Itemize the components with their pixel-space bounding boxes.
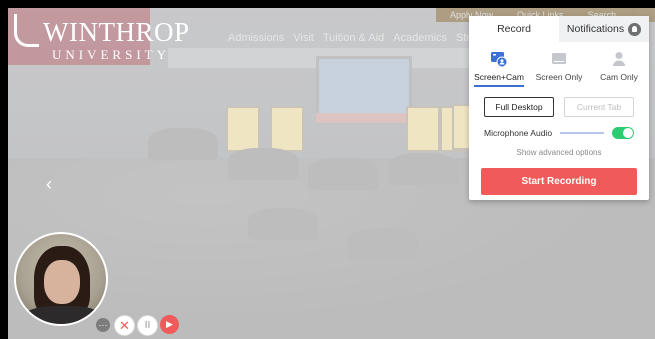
- banner: [270, 106, 304, 152]
- more-options-icon[interactable]: ···: [96, 318, 110, 332]
- recorder-tabs: Record Notifications: [469, 16, 649, 42]
- grad-cap: [308, 158, 378, 190]
- tab-notifications[interactable]: Notifications: [559, 16, 649, 42]
- capture-source-row: Full Desktop Current Tab: [484, 97, 634, 117]
- banner: [226, 106, 260, 152]
- screen-cam-icon: [491, 52, 508, 68]
- logo-main-text: WINTHROP: [43, 17, 190, 47]
- start-recording-button[interactable]: Start Recording: [481, 168, 637, 195]
- grad-cap: [348, 228, 418, 260]
- university-logo[interactable]: WINTHROP UNIVERSITY: [14, 14, 190, 63]
- microphone-toggle[interactable]: [612, 127, 634, 139]
- tab-record[interactable]: Record: [469, 16, 559, 42]
- logo-mark-icon: [14, 14, 39, 47]
- webcam-preview[interactable]: [14, 232, 108, 326]
- cancel-icon[interactable]: ✕: [114, 315, 135, 336]
- microphone-row: Microphone Audio: [484, 127, 634, 139]
- nav-tuition-aid[interactable]: Tuition & Aid: [323, 32, 384, 44]
- grad-cap: [248, 208, 318, 240]
- carousel-prev-icon[interactable]: ‹: [46, 174, 52, 195]
- tab-notifications-label: Notifications: [566, 23, 625, 35]
- grad-cap: [388, 153, 458, 185]
- logo-sub-text: UNIVERSITY: [52, 47, 170, 62]
- screen-only-icon: [552, 53, 566, 64]
- pause-icon[interactable]: II: [137, 315, 158, 336]
- current-tab-button[interactable]: Current Tab: [564, 97, 634, 117]
- nav-visit[interactable]: Visit: [293, 32, 314, 44]
- play-icon[interactable]: ▶: [160, 315, 179, 334]
- jumbotron-strip: [316, 113, 406, 123]
- webcam-person-shirt: [22, 306, 104, 324]
- cam-only-icon: [613, 52, 625, 66]
- jumbotron: [316, 56, 412, 117]
- full-desktop-button[interactable]: Full Desktop: [484, 97, 554, 117]
- mode-screen-only[interactable]: Screen Only: [530, 50, 588, 87]
- nav-academics[interactable]: Academics: [393, 32, 447, 44]
- grad-cap: [228, 148, 298, 180]
- banner: [406, 106, 440, 152]
- mode-label: Cam Only: [600, 72, 638, 82]
- grad-cap: [148, 128, 218, 160]
- mode-cam-only[interactable]: Cam Only: [590, 50, 648, 87]
- advanced-options-link[interactable]: Show advanced options: [469, 148, 649, 157]
- record-mode-selector: Screen+Cam Screen Only Cam Only: [469, 50, 649, 87]
- mode-label: Screen+Cam: [474, 72, 524, 87]
- microphone-label: Microphone Audio: [484, 128, 553, 138]
- recorder-panel: Record Notifications Screen+Cam Screen O…: [469, 16, 649, 200]
- mode-label: Screen Only: [535, 72, 583, 82]
- bell-icon: [628, 22, 642, 36]
- mode-screen-cam[interactable]: Screen+Cam: [470, 50, 528, 87]
- tab-record-label: Record: [497, 23, 531, 35]
- microphone-level-bar: [560, 132, 604, 134]
- webcam-person-face: [44, 260, 80, 304]
- nav-admissions[interactable]: Admissions: [228, 32, 284, 44]
- screen-frame: WINTHROP UNIVERSITY Apply Now Quick Link…: [0, 0, 655, 339]
- site-nav: Admissions Visit Tuition & Aid Academics…: [228, 32, 491, 44]
